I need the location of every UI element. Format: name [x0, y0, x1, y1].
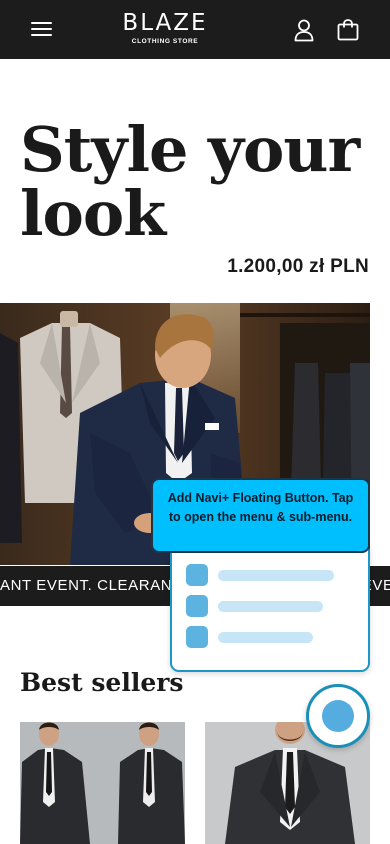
navi-plus-menu — [170, 542, 370, 672]
product-card[interactable] — [20, 722, 185, 844]
brand-name: BLAZE — [122, 10, 208, 36]
account-icon[interactable] — [293, 18, 315, 42]
menu-icon[interactable] — [31, 20, 53, 38]
fab-icon — [322, 700, 354, 732]
menu-item-placeholder — [218, 570, 334, 581]
navi-menu-item[interactable] — [186, 564, 356, 586]
menu-item-placeholder — [218, 632, 313, 643]
floating-action-button[interactable] — [306, 684, 370, 748]
navi-menu-item[interactable] — [186, 595, 356, 617]
brand-logo[interactable]: BLAZE CLOTHING STORE — [105, 9, 225, 47]
menu-item-icon — [186, 626, 208, 648]
menu-item-placeholder — [218, 601, 323, 612]
product-price: 1.200,00 zł PLN — [227, 256, 369, 277]
menu-item-icon — [186, 595, 208, 617]
navi-menu-item[interactable] — [186, 626, 356, 648]
product-image — [20, 722, 185, 844]
navi-plus-tooltip: Add Navi+ Floating Button. Tap to open t… — [151, 478, 370, 553]
site-header: BLAZE CLOTHING STORE — [0, 0, 390, 59]
best-sellers-title: Best sellers — [20, 668, 184, 697]
brand-tagline: CLOTHING STORE — [131, 38, 199, 45]
cart-icon[interactable] — [336, 18, 360, 42]
hero-title: Style your look — [20, 113, 360, 250]
menu-item-icon — [186, 564, 208, 586]
